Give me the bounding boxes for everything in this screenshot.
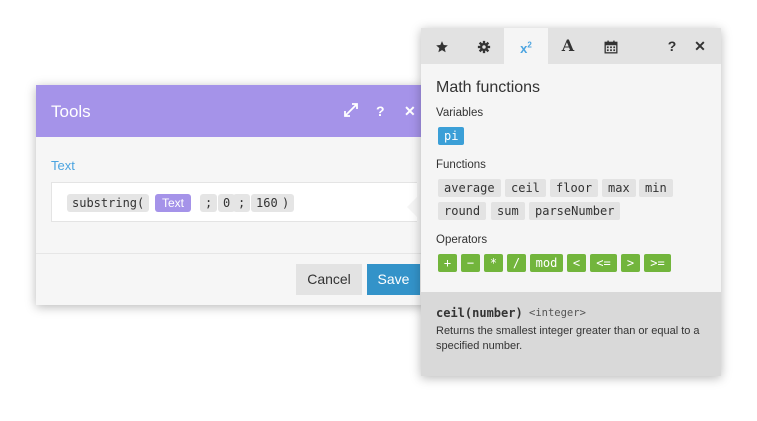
divider — [36, 253, 426, 254]
separator-token[interactable]: ; — [233, 194, 251, 212]
panel-pointer — [407, 193, 421, 221]
operator-chip[interactable]: + — [438, 254, 457, 272]
operator-chip[interactable]: > — [621, 254, 640, 272]
operator-chip[interactable]: − — [461, 254, 480, 272]
function-chip[interactable]: max — [602, 179, 636, 197]
math-functions-panel: x2 A ? ✕ Math functions Variables pi Fun… — [421, 28, 721, 376]
return-type: <integer> — [529, 307, 586, 319]
function-description: Returns the smallest integer greater tha… — [436, 325, 700, 352]
expression-input[interactable]: substring( Text ; 0 ; 160 ) — [51, 182, 417, 222]
panel-tabbar: x2 A ? ✕ — [421, 28, 721, 64]
tools-title: Tools — [51, 102, 91, 121]
function-chip[interactable]: sum — [491, 202, 525, 220]
operator-chip[interactable]: * — [484, 254, 503, 272]
panel-title: Math functions — [436, 79, 541, 96]
superscript-icon-exponent: 2 — [527, 41, 532, 50]
help-icon[interactable]: ? — [376, 103, 385, 119]
panel-close-icon[interactable]: ✕ — [686, 28, 714, 64]
close-icon[interactable]: ✕ — [404, 103, 416, 119]
tools-dialog: Tools ? ✕ Text substring( Text ; 0 ; 160… — [36, 85, 426, 305]
close-paren-token[interactable]: ) — [277, 194, 295, 212]
functions-label: Functions — [436, 159, 486, 171]
operator-chip[interactable]: <= — [590, 254, 617, 272]
function-signature: ceil(number) — [436, 306, 523, 320]
tools-header: Tools ? ✕ — [36, 85, 426, 137]
separator-token[interactable]: ; — [200, 194, 218, 212]
tab-text[interactable]: A — [549, 28, 587, 64]
function-chip[interactable]: round — [438, 202, 487, 220]
function-token[interactable]: substring( — [67, 194, 150, 212]
tab-general[interactable] — [465, 28, 503, 64]
star-icon — [435, 38, 449, 54]
variable-chip[interactable]: pi — [438, 127, 465, 145]
tab-math[interactable]: x2 — [504, 28, 548, 64]
operator-chip[interactable]: / — [507, 254, 526, 272]
operator-chip[interactable]: < — [567, 254, 586, 272]
superscript-icon: x2 — [520, 41, 532, 56]
text-variable-pill[interactable]: Text — [155, 194, 192, 212]
function-chip[interactable]: floor — [550, 179, 599, 197]
gear-icon — [477, 38, 491, 54]
operator-chip[interactable]: >= — [644, 254, 671, 272]
function-chip[interactable]: parseNumber — [529, 202, 621, 220]
save-button[interactable]: Save — [367, 264, 420, 295]
operators-label: Operators — [436, 234, 488, 246]
field-label: Text — [51, 158, 75, 173]
tab-favorites[interactable] — [423, 28, 461, 64]
calendar-icon — [604, 38, 618, 54]
function-chip[interactable]: average — [438, 179, 501, 197]
font-icon: A — [561, 36, 575, 55]
panel-help-icon[interactable]: ? — [658, 28, 686, 64]
cancel-button[interactable]: Cancel — [296, 264, 362, 295]
function-chip[interactable]: ceil — [505, 179, 546, 197]
function-detail: ceil(number) <integer> Returns the small… — [421, 292, 721, 376]
tab-date[interactable] — [592, 28, 630, 64]
expand-icon[interactable] — [344, 103, 358, 120]
function-chip[interactable]: min — [639, 179, 673, 197]
variables-label: Variables — [436, 107, 484, 119]
operator-chip[interactable]: mod — [530, 254, 563, 272]
